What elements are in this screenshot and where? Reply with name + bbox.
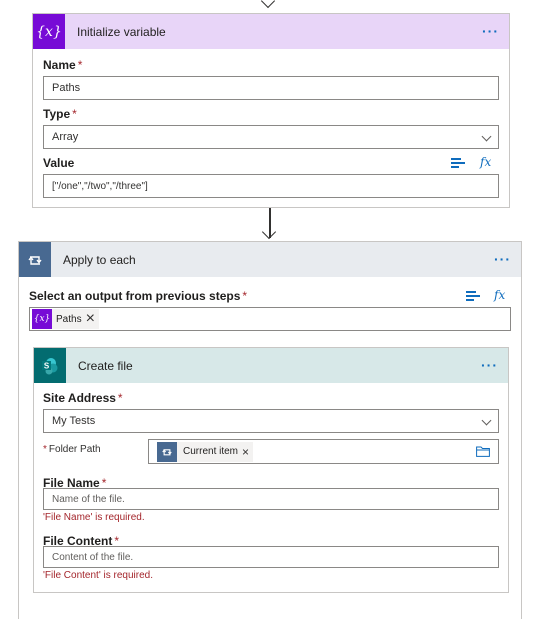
site-address-select[interactable]: My Tests: [43, 409, 499, 433]
name-label: Name *: [43, 58, 83, 72]
file-content-error: 'File Content' is required.: [43, 570, 153, 581]
loop-icon: [19, 242, 51, 277]
more-icon[interactable]: ···: [494, 251, 511, 267]
loop-icon: [157, 441, 177, 462]
sharepoint-icon: S: [34, 348, 66, 383]
fx-icon[interactable]: fx: [494, 288, 505, 302]
variable-icon: {x}: [32, 309, 52, 329]
card-title: Apply to each: [63, 252, 136, 267]
card-title: Initialize variable: [77, 24, 166, 39]
top-arrow-icon: [260, 0, 276, 12]
variable-icon: {x}: [33, 14, 65, 49]
folder-path-input[interactable]: Current item ×: [148, 439, 499, 464]
name-input[interactable]: Paths: [43, 76, 499, 100]
select-output-label: Select an output from previous steps *: [29, 289, 248, 303]
value-text: ["/one","/two","/three"]: [52, 180, 148, 192]
type-value: Array: [52, 131, 79, 143]
fx-icon[interactable]: fx: [480, 155, 491, 169]
chevron-down-icon: [481, 131, 492, 142]
file-name-error: 'File Name' is required.: [43, 512, 145, 523]
type-select[interactable]: Array: [43, 125, 499, 149]
create-file-card: S Create file ··· Site Address * My Tests…: [33, 347, 509, 593]
site-address-label: Site Address *: [43, 391, 123, 405]
paths-token[interactable]: {x} Paths ×: [32, 309, 99, 329]
folder-path-label: * Folder Path: [43, 444, 101, 455]
token-label: Paths: [56, 313, 82, 325]
close-icon[interactable]: ×: [86, 310, 99, 328]
initialize-variable-header[interactable]: {x} Initialize variable ···: [33, 14, 509, 49]
initialize-variable-card: {x} Initialize variable ··· Name * Paths …: [32, 13, 510, 208]
close-icon[interactable]: ×: [242, 445, 253, 459]
arrow-down-icon: [261, 208, 277, 240]
select-output-input[interactable]: {x} Paths ×: [29, 307, 511, 331]
name-value: Paths: [52, 82, 81, 94]
folder-icon[interactable]: [476, 446, 490, 457]
create-file-header[interactable]: S Create file ···: [34, 348, 508, 383]
dynamic-content-icon[interactable]: [466, 290, 482, 302]
value-input[interactable]: ["/one","/two","/three"]: [43, 174, 499, 198]
token-label: Current item: [183, 446, 239, 457]
more-icon[interactable]: ···: [482, 23, 499, 39]
more-icon[interactable]: ···: [481, 357, 498, 373]
apply-to-each-header[interactable]: Apply to each ···: [19, 242, 521, 277]
file-content-placeholder: Content of the file.: [52, 551, 134, 563]
file-name-input[interactable]: Name of the file.: [43, 488, 499, 510]
dynamic-content-icon[interactable]: [451, 157, 467, 169]
svg-text:S: S: [44, 361, 50, 370]
site-address-value: My Tests: [52, 415, 96, 427]
type-label: Type *: [43, 107, 77, 121]
file-name-placeholder: Name of the file.: [52, 493, 125, 505]
value-label: Value: [43, 156, 75, 170]
current-item-token[interactable]: Current item ×: [157, 441, 254, 462]
apply-to-each-card: Apply to each ··· Select an output from …: [18, 241, 522, 619]
file-content-input[interactable]: Content of the file.: [43, 546, 499, 568]
chevron-down-icon: [481, 415, 492, 426]
card-title: Create file: [78, 358, 133, 373]
